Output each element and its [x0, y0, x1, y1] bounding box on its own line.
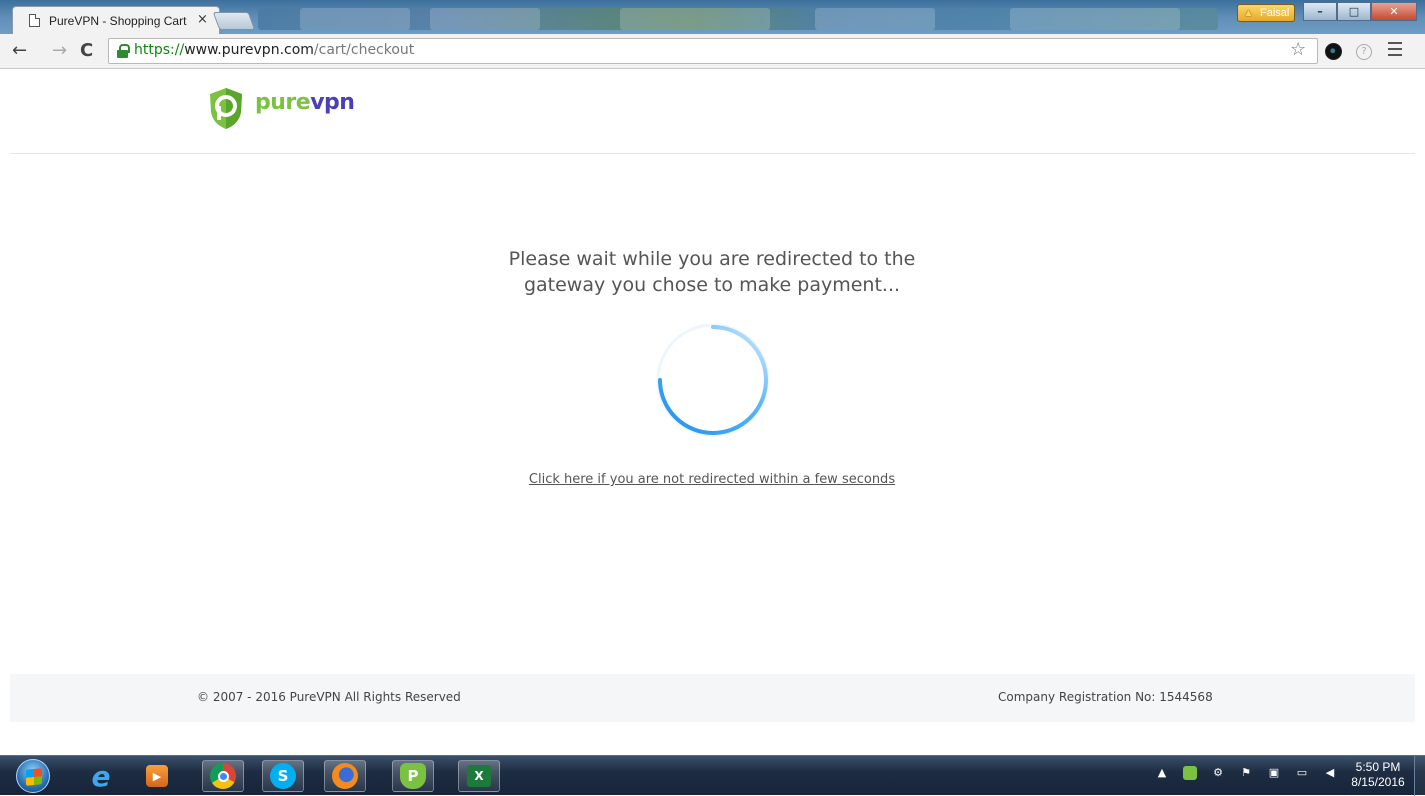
forward-arrow-icon[interactable]: → — [52, 40, 67, 61]
window-controls: – □ ✕ — [1303, 2, 1417, 22]
back-arrow-icon[interactable]: ← — [12, 40, 27, 61]
skype-icon[interactable]: S — [262, 760, 304, 792]
profile-button[interactable]: Faisal — [1237, 4, 1295, 22]
chrome-menu-icon[interactable] — [1388, 42, 1402, 60]
company-registration-text: Company Registration No: 1544568 — [998, 690, 1213, 704]
page-content: purevpn Please wait while you are redire… — [0, 70, 1425, 740]
media-player-icon[interactable]: ▶ — [136, 760, 178, 792]
close-window-button[interactable]: ✕ — [1371, 2, 1417, 21]
logo-wordmark: purevpn — [255, 90, 355, 115]
redirect-message-line-1: Please wait while you are redirected to … — [508, 248, 916, 270]
tab-active[interactable]: PureVPN - Shopping Cart × — [12, 6, 220, 34]
firefox-icon[interactable] — [324, 760, 366, 792]
volume-icon[interactable]: ◀ — [1323, 766, 1337, 780]
secure-lock-icon — [117, 44, 130, 58]
internet-explorer-icon[interactable]: e — [80, 760, 122, 793]
bookmark-star-icon[interactable]: ☆ — [1290, 39, 1306, 60]
redirect-message: Please wait while you are redirected to … — [412, 246, 1012, 298]
show-desktop-button[interactable] — [1414, 756, 1425, 796]
new-tab-button[interactable] — [212, 12, 256, 30]
page-document-icon — [29, 14, 40, 27]
extension-icon[interactable] — [1325, 43, 1342, 60]
windows-taskbar: e ▶ S P X ▲ ⚙ ⚑ ▣ ▭ ◀ 5:50 PM 8/15/2016 — [0, 755, 1425, 796]
address-bar[interactable]: https://www.purevpn.com/cart/checkout — [108, 38, 1318, 64]
background-tab[interactable] — [1010, 8, 1180, 30]
show-hidden-icons-icon[interactable]: ▲ — [1155, 766, 1169, 780]
redirect-message-line-2: gateway you chose to make payment... — [523, 274, 901, 296]
device-tray-icon[interactable]: ▣ — [1267, 766, 1281, 780]
manual-redirect-link[interactable]: Click here if you are not redirected wit… — [412, 472, 1012, 487]
purevpn-icon[interactable]: P — [392, 760, 434, 792]
clock-date: 8/15/2016 — [1351, 775, 1405, 789]
maximize-button[interactable]: □ — [1337, 2, 1371, 21]
tab-title: PureVPN - Shopping Cart — [49, 14, 187, 28]
window-title-bar: PureVPN - Shopping Cart × Faisal – □ ✕ — [0, 0, 1425, 34]
system-tray: ▲ ⚙ ⚑ ▣ ▭ ◀ — [1155, 766, 1337, 780]
copyright-text: © 2007 - 2016 PureVPN All Rights Reserve… — [197, 690, 461, 704]
background-tab[interactable] — [620, 8, 770, 30]
reload-icon[interactable]: C — [80, 40, 93, 61]
loading-spinner — [656, 323, 770, 437]
excel-icon[interactable]: X — [458, 760, 500, 792]
browser-toolbar: ← → C https://www.purevpn.com/cart/check… — [0, 34, 1425, 69]
background-tab[interactable] — [430, 8, 540, 30]
tab-close-button[interactable]: × — [197, 12, 208, 27]
url-text: https://www.purevpn.com/cart/checkout — [134, 42, 415, 58]
sync-tray-icon[interactable]: ⚙ — [1211, 766, 1225, 780]
purevpn-shield-icon — [210, 88, 242, 129]
clock-time: 5:50 PM — [1355, 760, 1401, 774]
purevpn-tray-icon[interactable] — [1183, 766, 1197, 780]
taskbar-clock[interactable]: 5:50 PM 8/15/2016 — [1350, 760, 1406, 790]
start-button[interactable] — [16, 759, 50, 793]
site-footer: © 2007 - 2016 PureVPN All Rights Reserve… — [10, 674, 1415, 722]
chrome-icon[interactable] — [202, 760, 244, 792]
background-tab[interactable] — [815, 8, 935, 30]
network-icon[interactable]: ▭ — [1295, 766, 1309, 780]
background-tab[interactable] — [300, 8, 410, 30]
help-icon[interactable]: ? — [1356, 44, 1372, 60]
site-header: purevpn — [10, 70, 1415, 154]
minimize-button[interactable]: – — [1303, 2, 1337, 21]
action-center-flag-icon[interactable]: ⚑ — [1239, 766, 1253, 780]
